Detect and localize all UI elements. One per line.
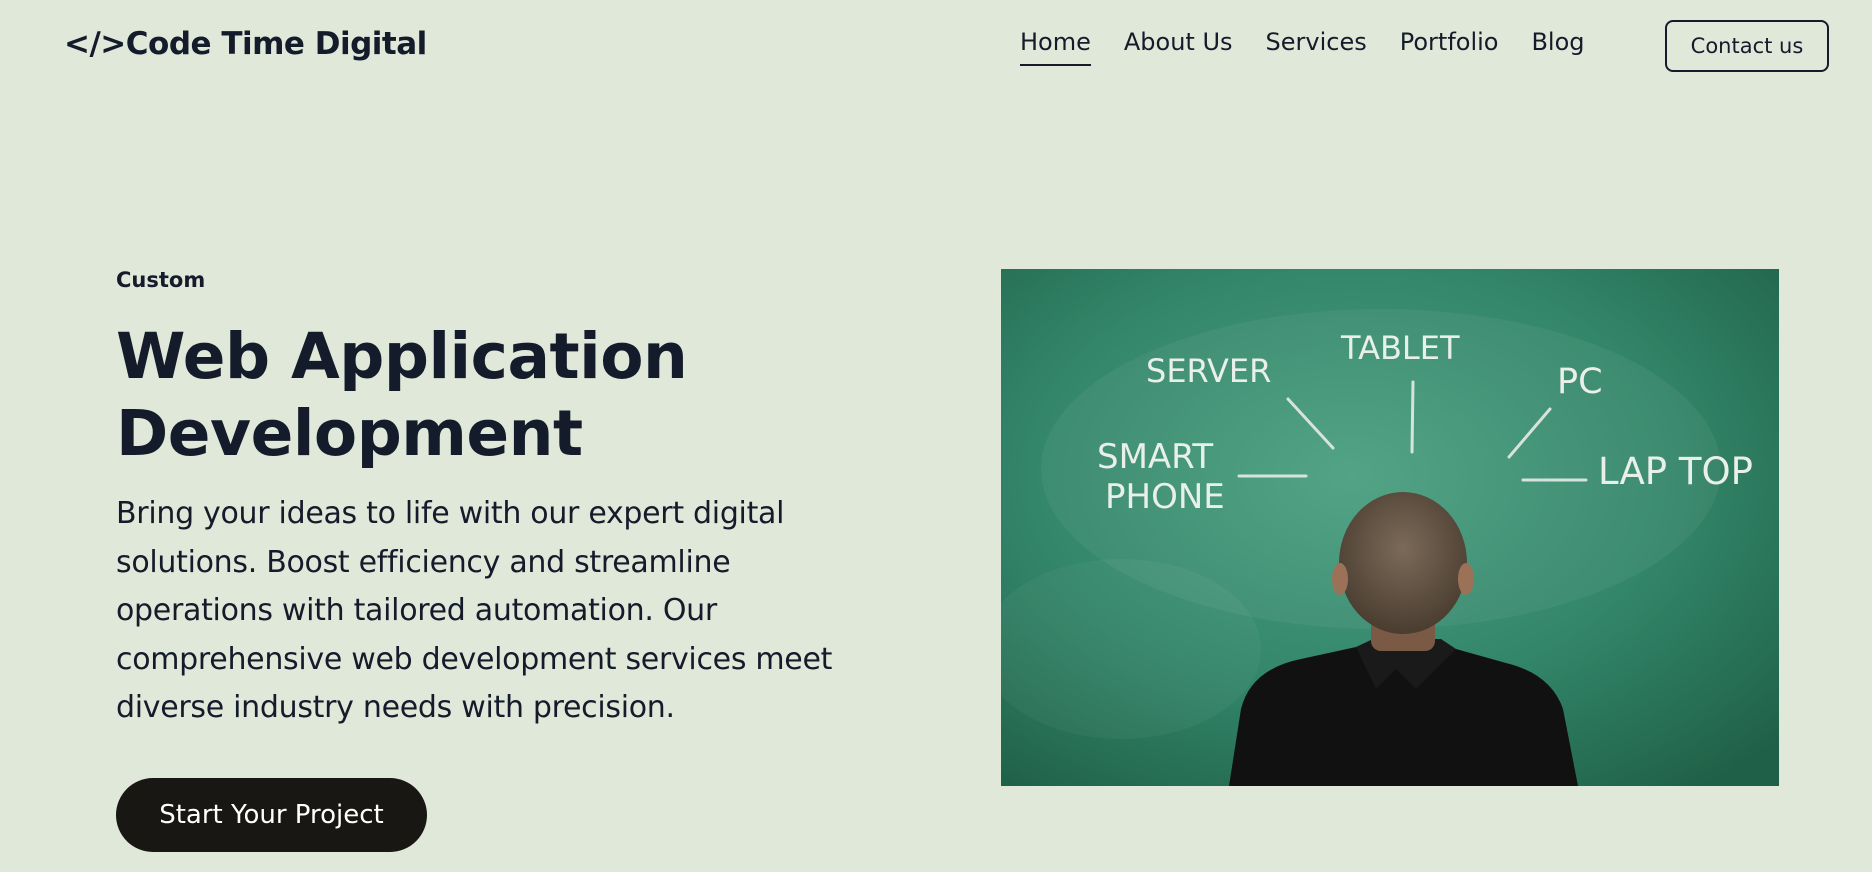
chalk-label-smart: SMART: [1097, 437, 1213, 477]
hero-eyebrow: Custom: [116, 268, 206, 292]
main-nav: Home About Us Services Portfolio Blog: [1020, 28, 1585, 66]
chalk-label-server: SERVER: [1146, 352, 1271, 390]
hero-description: Bring your ideas to life with our expert…: [116, 496, 833, 725]
chalk-label-phone: PHONE: [1105, 477, 1225, 517]
nav-blog[interactable]: Blog: [1531, 28, 1584, 66]
contact-us-button[interactable]: Contact us: [1665, 20, 1829, 72]
hero-image: SERVER TABLET PC SMART PHONE LAP TOP: [1001, 269, 1779, 786]
nav-portfolio[interactable]: Portfolio: [1400, 28, 1499, 66]
nav-home[interactable]: Home: [1020, 28, 1091, 66]
site-logo[interactable]: </>Code Time Digital: [64, 26, 427, 62]
nav-about-us[interactable]: About Us: [1124, 28, 1233, 66]
chalk-label-pc: PC: [1557, 362, 1603, 402]
hero-title: Web Application Development: [116, 320, 688, 470]
site-header: </>Code Time Digital Home About Us Servi…: [0, 0, 1872, 100]
nav-services[interactable]: Services: [1266, 28, 1367, 66]
chalk-label-tablet: TABLET: [1340, 329, 1460, 367]
start-project-button[interactable]: Start Your Project: [116, 778, 427, 852]
chalk-label-laptop: LAP TOP: [1598, 450, 1753, 493]
